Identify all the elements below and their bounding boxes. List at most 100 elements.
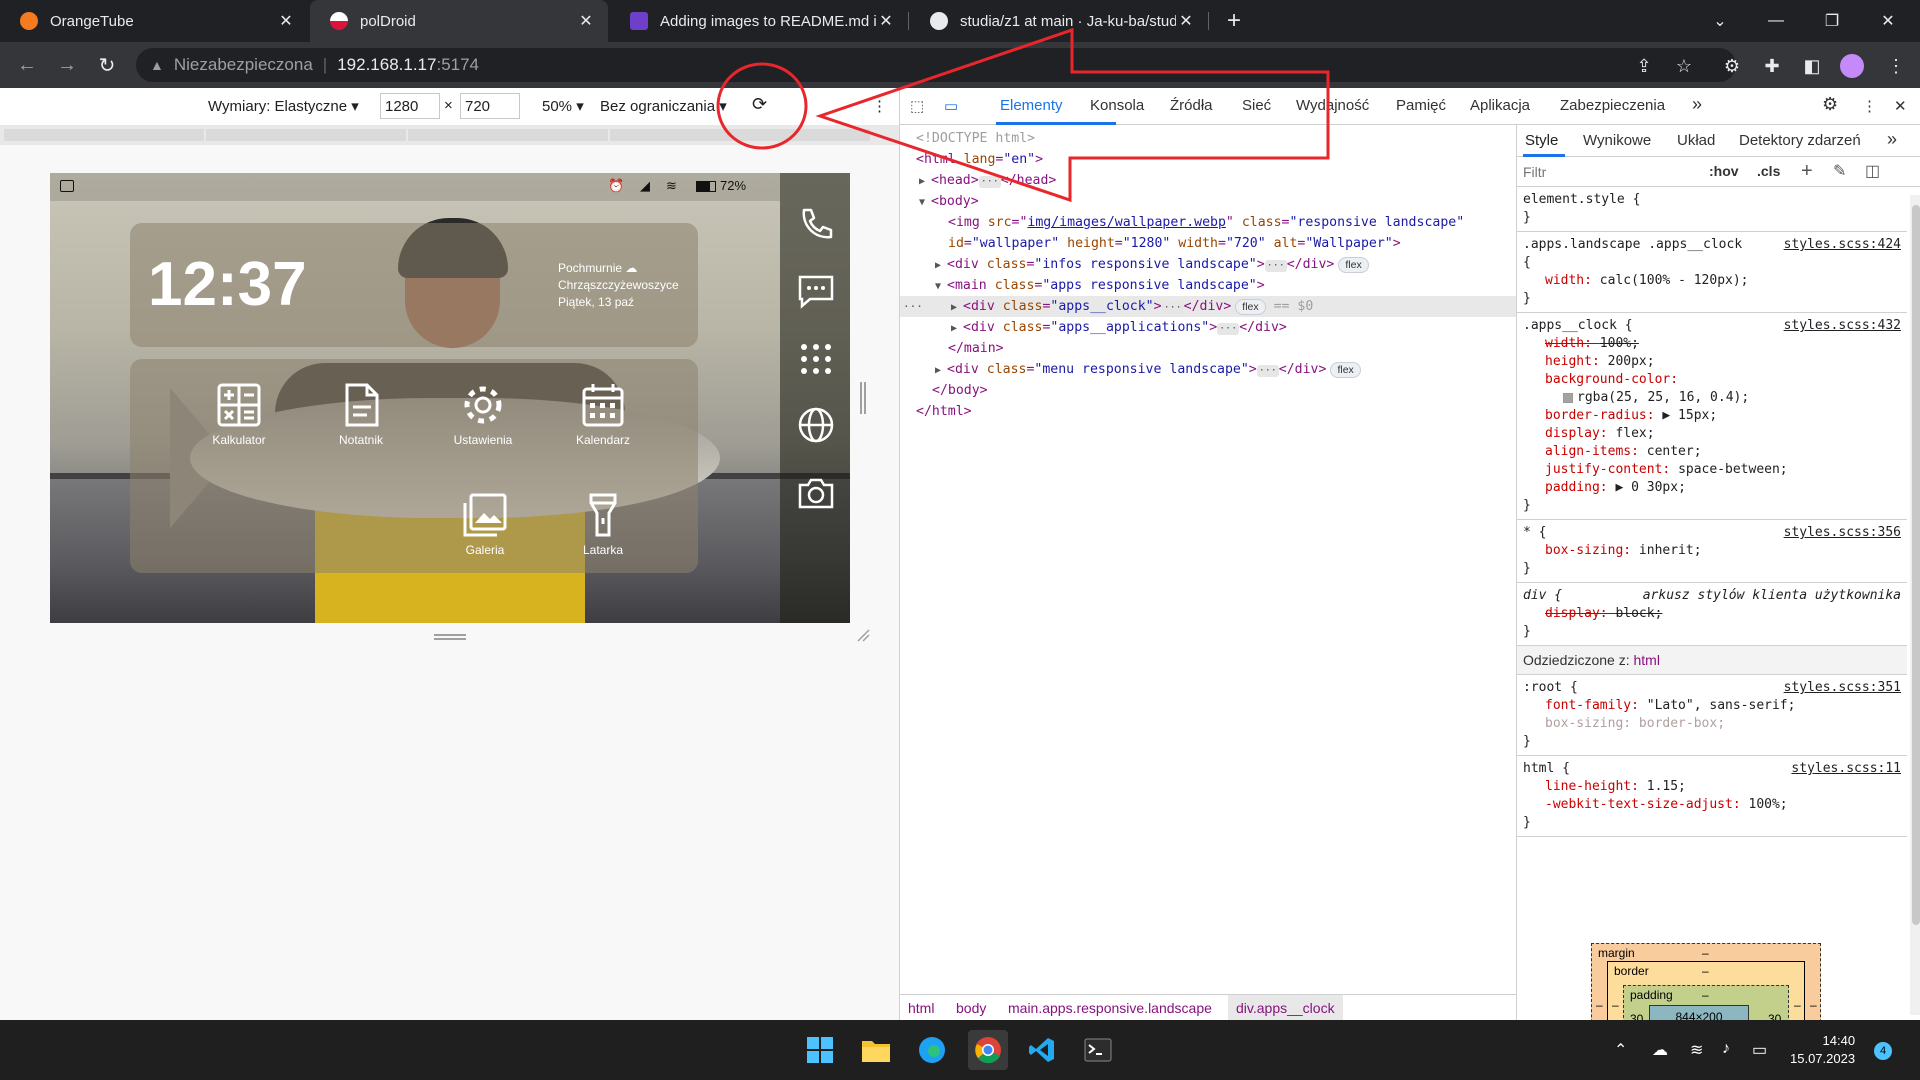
start-button[interactable] [800,1030,840,1070]
expand-arrow-icon[interactable]: ▶ [951,323,963,334]
dimensions-dropdown[interactable]: Wymiary: Elastyczne ▾ [208,97,359,115]
expand-arrow-icon[interactable]: ▶ [935,365,947,376]
message-icon[interactable] [796,271,836,311]
css-declaration[interactable]: display: block; [1523,605,1901,623]
tray-chevron-icon[interactable]: ⌃ [1614,1040,1627,1060]
expand-arrow-icon[interactable]: ▶ [951,302,963,313]
media-query-bar[interactable] [610,129,870,141]
css-declaration[interactable]: rgba(25, 25, 16, 0.4); [1523,389,1901,407]
share-icon[interactable]: ⇪ [1632,54,1656,78]
dom-line[interactable]: ··· ▶ <div class="apps__clock"> ··· </div> f… [900,296,1516,317]
inherited-from-link[interactable]: html [1634,652,1660,668]
ellipsis-badge[interactable]: ··· [1256,365,1279,377]
rule-source-link[interactable]: styles.scss:356 [1784,524,1901,542]
height-input[interactable] [460,93,520,119]
zoom-dropdown[interactable]: 50% ▾ [542,97,584,115]
breadcrumb-div-apps-clock[interactable]: div.apps__clock [1228,995,1343,1021]
app-ustawienia[interactable]: Ustawienia [438,381,528,447]
globe-icon[interactable] [796,405,836,445]
rule-source-link[interactable]: arkusz stylów klienta użytkownika [1643,587,1901,605]
dom-line[interactable]: ▶ <div class="infos responsive landscape… [900,254,1516,275]
wifi-tray-icon[interactable]: ≋ [1690,1040,1703,1060]
forward-arrow-icon[interactable]: → [52,50,82,80]
styles-scrollbar[interactable] [1910,195,1920,1015]
media-query-bar[interactable] [206,129,406,141]
new-tab-button[interactable]: + [1210,0,1258,42]
address-bar[interactable]: ▲ Niezabezpieczona | 192.168.1.17 :5174 [136,48,1736,82]
tab-wynikowe[interactable]: Wynikowe [1583,132,1651,149]
dom-line[interactable]: ▶ <div class="menu responsive landscape"… [900,359,1516,380]
styles-filter-input[interactable] [1523,161,1703,183]
flex-badge[interactable]: flex [1330,362,1361,378]
tab-wydajnosc[interactable]: Wydajność [1296,97,1369,114]
app-notatnik[interactable]: Notatnik [316,381,406,447]
collapse-arrow-icon[interactable]: ▼ [919,197,931,208]
css-declaration[interactable]: box-sizing: border-box; [1523,715,1901,733]
inspect-element-icon[interactable]: ⬚ [910,97,924,115]
dom-line[interactable]: ▶ <div class="apps__applications"> ··· </d… [900,317,1516,338]
css-rule[interactable]: element.style {} [1517,187,1907,232]
dom-line[interactable]: <!DOCTYPE html> [900,128,1516,149]
media-query-ruler[interactable] [0,125,899,145]
network-off-icon[interactable]: ☁ [1652,1040,1668,1060]
css-declaration[interactable]: width: calc(100% - 120px); [1523,272,1901,290]
file-explorer-button[interactable] [856,1030,896,1070]
tab-zabezpieczenia[interactable]: Zabezpieczenia [1560,97,1665,114]
device-toggle-icon[interactable]: ▭ [944,97,958,115]
minimize-icon[interactable]: — [1752,0,1800,42]
chrome-button[interactable] [968,1030,1008,1070]
tab-siec[interactable]: Sieć [1242,97,1271,114]
system-clock[interactable]: 14:40 15.07.2023 [1790,1032,1855,1068]
css-declaration[interactable]: background-color: [1523,371,1901,389]
toggle-sidebar-icon[interactable]: ◫ [1865,161,1880,181]
tab-konsola[interactable]: Konsola [1090,97,1144,114]
rule-source-link[interactable]: styles.scss:11 [1791,760,1901,778]
chrome-menu-icon[interactable]: ⋮ [1884,54,1908,78]
css-declaration[interactable]: box-sizing: inherit; [1523,542,1901,560]
tab-style[interactable]: Style [1525,132,1558,149]
dom-line[interactable]: </body> [900,380,1516,401]
app-latarka[interactable]: Latarka [558,491,648,557]
extension-gear-icon[interactable]: ⚙ [1720,54,1744,78]
tab-uklad[interactable]: Układ [1677,132,1715,149]
css-declaration[interactable]: border-radius: ▶ 15px; [1523,407,1901,425]
dom-line[interactable]: </html> [900,401,1516,422]
rule-source-link[interactable]: styles.scss:351 [1784,679,1901,697]
restore-icon[interactable]: ❐ [1808,0,1856,42]
phone-icon[interactable] [796,205,836,245]
css-declaration[interactable]: -webkit-text-size-adjust: 100%; [1523,796,1901,814]
css-declaration[interactable]: justify-content: space-between; [1523,461,1901,479]
dom-line[interactable]: ▼ <body> [900,191,1516,212]
css-declaration[interactable]: font-family: "Lato", sans-serif; [1523,697,1901,715]
width-input[interactable] [380,93,440,119]
tab-search-chevron-icon[interactable]: ⌄ [1696,0,1744,42]
tab-readme-images[interactable]: Adding images to README.md in ✕ [610,0,908,42]
ellipsis-badge[interactable]: ··· [1217,323,1240,335]
close-tab-icon[interactable]: ✕ [276,11,296,31]
more-style-tabs-button[interactable]: » [1887,129,1897,150]
ellipsis-badge[interactable]: ··· [1264,260,1287,272]
selected-line-menu-icon[interactable]: ··· [903,296,923,317]
battery-tray-icon[interactable]: ▭ [1752,1040,1767,1060]
tab-aplikacja[interactable]: Aplikacja [1470,97,1530,114]
css-declaration[interactable]: padding: ▶ 0 30px; [1523,479,1901,497]
tab-pamiec[interactable]: Pamięć [1396,97,1446,114]
hov-toggle[interactable]: :hov [1709,163,1739,179]
breadcrumb-html[interactable]: html [908,1000,934,1016]
media-query-bar[interactable] [4,129,204,141]
css-declaration[interactable]: line-height: 1.15; [1523,778,1901,796]
css-declaration[interactable]: width: 100%; [1523,335,1901,353]
throttling-dropdown[interactable]: Bez ograniczania ▾ [600,97,727,115]
rule-source-link[interactable]: styles.scss:432 [1784,317,1901,335]
media-query-bar[interactable] [408,129,608,141]
new-rule-icon[interactable]: + [1801,160,1813,183]
dom-line[interactable]: id="wallpaper" height="1280" width="720"… [900,233,1516,254]
css-rule[interactable]: .apps.landscape .apps__clock styles.scss:… [1517,232,1907,313]
dom-line[interactable]: ▼ <main class="apps responsive landscape… [900,275,1516,296]
tab-orangetube[interactable]: OrangeTube ✕ [0,0,308,42]
close-tab-icon[interactable]: ✕ [576,11,596,31]
expand-arrow-icon[interactable]: ▶ [919,176,931,187]
device-toolbar-more-button[interactable]: ⋮ [872,97,887,115]
volume-icon[interactable]: ♪ [1722,1040,1730,1058]
close-window-icon[interactable]: ✕ [1864,0,1912,42]
